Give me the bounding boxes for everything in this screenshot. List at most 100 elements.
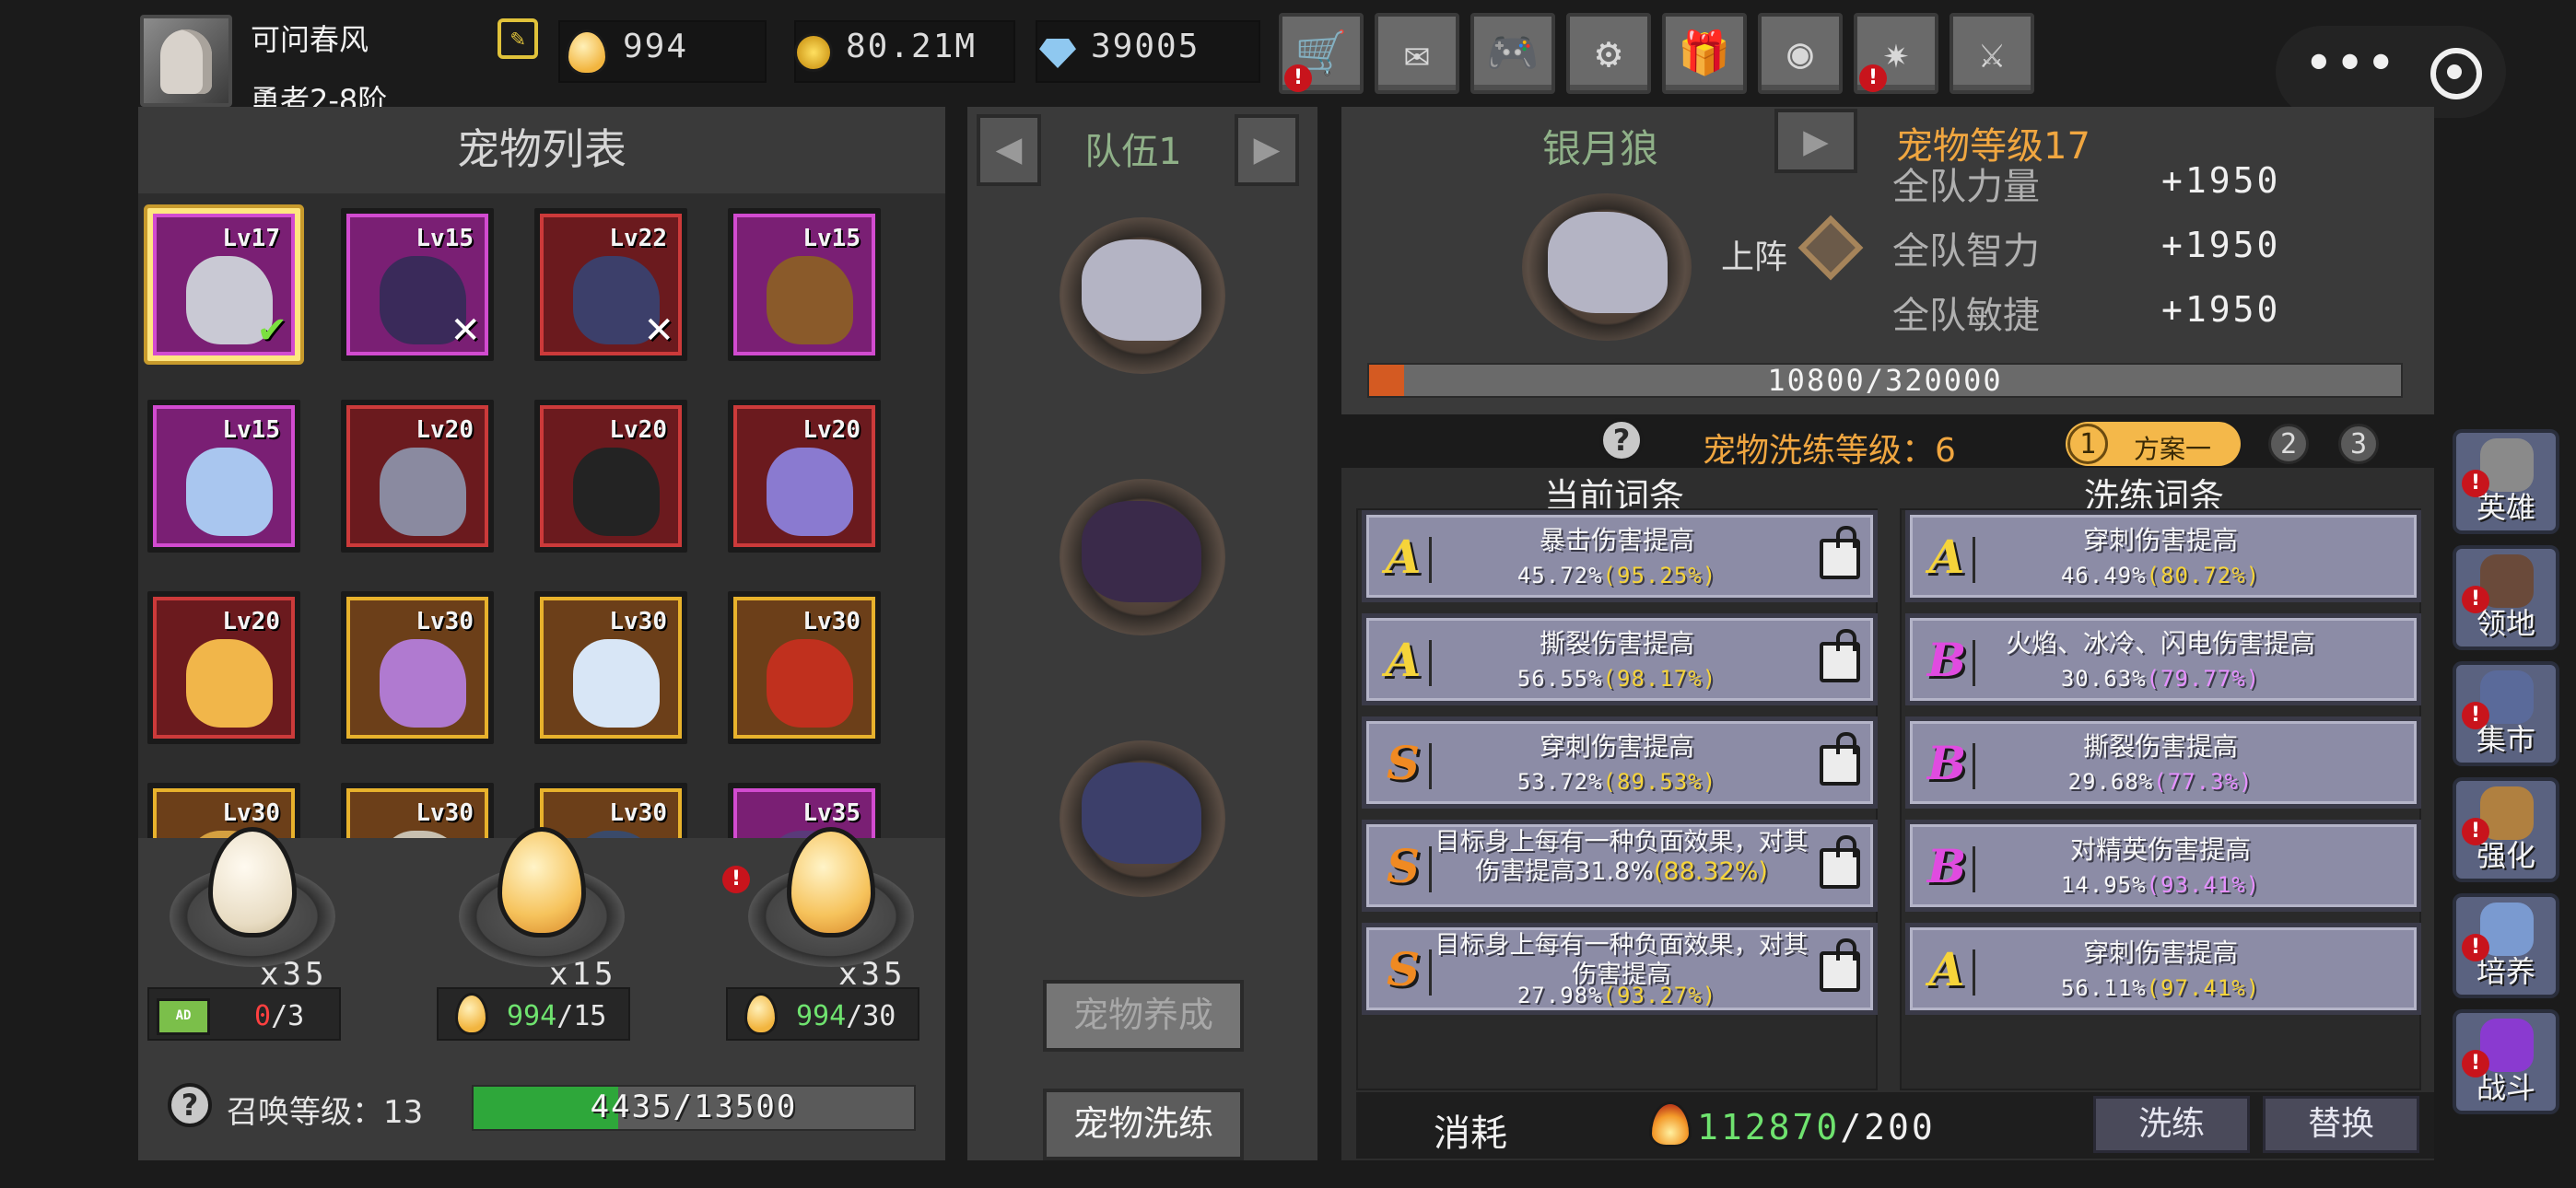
affix-max-value: (95.25%): [1602, 563, 1717, 588]
pet-card[interactable]: Lv30: [147, 783, 300, 838]
target-icon[interactable]: [2408, 26, 2500, 118]
cost-label: 消耗: [1434, 1112, 1507, 1155]
pet-grid[interactable]: Lv17 ✔ Lv15 ✕ Lv22 ✕ Lv15 Lv15 Lv20 Lv20 Lv20 Lv20 L…: [138, 193, 945, 838]
alert-badge: !: [2462, 818, 2489, 845]
pet-wash-button[interactable]: 宠物洗练: [1043, 1089, 1244, 1160]
pet-raise-button[interactable]: 宠物养成: [1043, 980, 1244, 1052]
wash-affix-row[interactable]: B 对精英伤害提高 14.95%(93.41%): [1905, 820, 2421, 912]
side-nav-market[interactable]: 集市!: [2453, 661, 2559, 766]
affix-name: 穿刺伤害提高: [2082, 525, 2238, 555]
affix-max-value: (97.41%): [2146, 975, 2261, 1001]
unlock-icon[interactable]: [1820, 835, 1860, 889]
wash-affix-row[interactable]: B 火焰、冰冷、闪电伤害提高 30.63%(79.77%): [1905, 613, 2421, 705]
affix-grade: A: [1928, 530, 1965, 584]
pet-sprite: [380, 831, 466, 838]
pet-card[interactable]: Lv22 ✕: [534, 208, 687, 361]
alert-badge: !: [2462, 1050, 2489, 1077]
aperture-button[interactable]: ◉: [1758, 13, 1843, 94]
pet-card[interactable]: Lv30: [534, 591, 687, 744]
player-avatar[interactable]: [140, 15, 232, 107]
plan-2-button[interactable]: 2: [2268, 424, 2309, 464]
affix-current-value: 46.49%: [2060, 563, 2147, 588]
side-nav-castle[interactable]: 领地!: [2453, 545, 2559, 650]
pet-card[interactable]: Lv17 ✔: [147, 208, 300, 361]
side-nav-crystal[interactable]: 强化!: [2453, 777, 2559, 882]
affix-current-value: 56.11%: [2060, 975, 2147, 1001]
pet-next-button[interactable]: ▶: [1774, 109, 1857, 173]
current-affix-row[interactable]: A 撕裂伤害提高 56.55%(98.17%): [1362, 613, 1878, 705]
plan-1-button[interactable]: 1: [2067, 424, 2108, 464]
gold-egg-coin-icon: [455, 993, 488, 1035]
egg-cost-total: /15: [556, 1000, 607, 1032]
pet-card[interactable]: Lv20: [147, 591, 300, 744]
affix-grade: A: [1928, 942, 1965, 996]
pet-level-label: Lv30: [609, 799, 667, 827]
wash-affix-row[interactable]: A 穿刺伤害提高 46.49%(80.72%): [1905, 510, 2421, 602]
edit-name-icon[interactable]: ✎: [498, 18, 538, 59]
wash-help-icon[interactable]: ?: [1599, 418, 1644, 462]
pet-card[interactable]: Lv30: [341, 591, 494, 744]
more-menu-button[interactable]: •••: [2303, 26, 2396, 118]
wash-button[interactable]: 洗练: [2093, 1096, 2250, 1153]
gamepad-icon: 🎮: [1486, 28, 1540, 77]
pet-card[interactable]: Lv30: [341, 783, 494, 838]
summon-help-icon[interactable]: ?: [168, 1083, 212, 1127]
side-nav-hero-helmet[interactable]: 英雄!: [2453, 429, 2559, 534]
team-slot[interactable]: [1060, 479, 1225, 635]
summon-level-label: 召唤等级：13: [227, 1094, 424, 1131]
gamepad-button[interactable]: 🎮: [1470, 13, 1555, 94]
plan-3-button[interactable]: 3: [2338, 424, 2379, 464]
cart-button[interactable]: 🛒!: [1279, 13, 1364, 94]
current-affix-row[interactable]: S 穿刺伤害提高 53.72%(89.53%): [1362, 716, 1878, 809]
pet-card[interactable]: Lv20: [341, 400, 494, 553]
pet-card[interactable]: Lv15 ✕: [341, 208, 494, 361]
pet-card[interactable]: Lv20: [728, 400, 881, 553]
affix-grade: B: [1926, 839, 1967, 893]
pet-card[interactable]: Lv15: [147, 400, 300, 553]
side-nav-chalice[interactable]: 培养!: [2453, 893, 2559, 998]
team-next-button[interactable]: ▶: [1235, 114, 1299, 186]
gold-egg-coin-icon: [744, 993, 778, 1035]
unlock-icon[interactable]: [1820, 629, 1860, 682]
affix-divider: [1973, 846, 1975, 892]
wash-affix-row[interactable]: A 穿刺伤害提高 56.11%(97.41%): [1905, 923, 2421, 1015]
pet-level-label: Lv20: [609, 416, 667, 444]
wash-level: 宠物洗练等级：6: [1703, 432, 1956, 470]
team-slot[interactable]: [1060, 217, 1225, 374]
gold-coin-plus-icon[interactable]: [794, 33, 833, 72]
pet-level-label: Lv20: [222, 608, 280, 635]
pet-list-title: 宠物列表: [457, 124, 626, 174]
team-prev-button[interactable]: ◀: [977, 114, 1041, 186]
mail-button[interactable]: ✉: [1375, 13, 1459, 94]
pet-card[interactable]: Lv20: [534, 400, 687, 553]
pet-level-label: Lv17: [222, 225, 280, 252]
unlock-icon[interactable]: [1820, 526, 1860, 579]
current-affix-row[interactable]: A 暴击伤害提高 45.72%(95.25%): [1362, 510, 1878, 602]
affix-value: 45.72%(95.25%): [1433, 563, 1801, 588]
firework-button[interactable]: ✷!: [1854, 13, 1938, 94]
affix-value: 30.63%(79.77%): [1976, 666, 2345, 692]
wash-affix-row[interactable]: B 撕裂伤害提高 29.68%(77.3%): [1905, 716, 2421, 809]
pet-card[interactable]: Lv30: [534, 783, 687, 838]
unlock-icon[interactable]: [1820, 938, 1860, 992]
affix-value: 27.98%(93.27%): [1433, 983, 1801, 1008]
gift-button[interactable]: 🎁: [1662, 13, 1747, 94]
current-affix-row[interactable]: S 目标身上每有一种负面效果，对其伤害提高31.8%(88.32%): [1362, 820, 1878, 912]
pet-card[interactable]: Lv35: [728, 783, 881, 838]
mail-icon: ✉: [1404, 28, 1430, 77]
current-affix-row[interactable]: S 目标身上每有一种负面效果，对其伤害提高 27.98%(93.27%): [1362, 923, 1878, 1015]
unlock-icon[interactable]: [1820, 732, 1860, 786]
pet-level-label: Lv15: [802, 225, 861, 252]
pet-sprite: [380, 639, 466, 728]
pet-card[interactable]: Lv15: [728, 208, 881, 361]
side-nav-portal[interactable]: 战斗!: [2453, 1009, 2559, 1114]
wash-cost: 112870/200: [1697, 1107, 1936, 1147]
replace-button[interactable]: 替换: [2263, 1096, 2419, 1153]
pet-card[interactable]: Lv30: [728, 591, 881, 744]
team-slot[interactable]: [1060, 740, 1225, 897]
gear-button[interactable]: ⚙: [1566, 13, 1651, 94]
in-team-check-icon: ✔: [256, 309, 287, 352]
pet-level-label: Lv15: [416, 225, 474, 252]
swords-button[interactable]: ⚔: [1950, 13, 2034, 94]
remove-x-icon: ✕: [643, 309, 674, 352]
